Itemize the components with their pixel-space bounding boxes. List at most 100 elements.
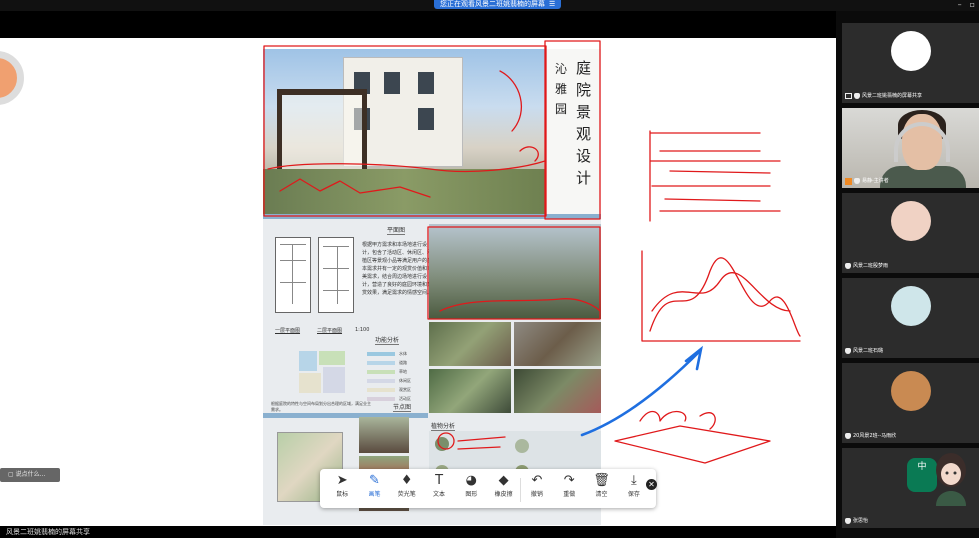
tool-text[interactable]: T 文本 <box>423 472 455 508</box>
eraser-icon: ◆ <box>498 473 509 488</box>
participant-name: 张思怡 <box>853 518 869 524</box>
mic-icon <box>854 93 860 99</box>
tool-label: 清空 <box>595 491 608 498</box>
shared-screen: ▢ 说点什么... 沁雅园 庭院景观设计 平面图 一层平面图 二层平面图 1:1… <box>0 11 836 526</box>
section-title-plant: 植物分析 <box>431 423 456 431</box>
mic-icon <box>845 348 851 354</box>
section-title-plan: 平面图 <box>387 227 406 235</box>
participant-name-row: 易静-主讲者 <box>845 177 889 185</box>
toolbar-close-icon[interactable]: ✕ <box>646 479 657 490</box>
legend-row: 水体 <box>367 351 423 358</box>
undo-icon: ↶ <box>531 473 543 488</box>
poster-subtitle: 沁雅园 <box>555 62 568 116</box>
plant-thumb <box>515 439 529 453</box>
top-bar: 您正在观看风景二班姚翡楠的屏幕 ☰ – ▫ <box>0 0 979 11</box>
avatar <box>890 201 931 241</box>
legend-swatch <box>367 397 395 401</box>
text-icon: T <box>435 473 444 488</box>
participant-tile[interactable]: 风景二班姚翡楠的屏幕共享 <box>842 23 979 103</box>
tool-label: 图形 <box>465 491 478 498</box>
screen-share-banner[interactable]: 您正在观看风景二班姚翡楠的屏幕 ☰ <box>434 0 562 9</box>
restore-icon[interactable]: ▫ <box>970 0 975 9</box>
avatar <box>890 31 931 71</box>
participant-name-row: 20风景2班--马雨欣 <box>845 432 896 440</box>
legend-row: 休闲区 <box>367 378 423 385</box>
mic-icon <box>845 263 851 269</box>
redo-icon: ↷ <box>563 473 575 488</box>
legend-row: 观赏区 <box>367 387 423 394</box>
legend-label: 观赏区 <box>399 387 411 392</box>
comment-input-placeholder: 说点什么... <box>15 471 46 478</box>
design-poster: 沁雅园 庭院景观设计 平面图 一层平面图 二层平面图 1:100 根据甲方需求和… <box>263 49 601 525</box>
tool-label: 鼠标 <box>336 491 349 498</box>
legend-label: 草地 <box>399 369 407 374</box>
highlighter-icon: ♦ <box>400 473 413 488</box>
legend-label: 水体 <box>399 351 407 356</box>
comment-icon: ▢ <box>8 471 16 478</box>
tool-clear[interactable]: 🗑 清空 <box>585 472 617 508</box>
section-title-function: 功能分析 <box>375 337 400 345</box>
screen-share-banner-text: 您正在观看风景二班姚翡楠的屏幕 <box>440 0 545 8</box>
section-divider <box>263 214 601 219</box>
mic-icon <box>845 433 851 439</box>
status-bar: 风景二班姚翡楠的屏幕共享 <box>0 526 836 538</box>
participant-name-row: 风景二班姚翡楠的屏幕共享 <box>845 92 922 100</box>
legend-row: 道路 <box>367 360 423 367</box>
tool-label: 橡皮擦 <box>494 491 513 498</box>
participant-name: 风景二班殷梦雨 <box>853 263 889 269</box>
tool-undo[interactable]: ↶ 撤销 <box>521 472 553 508</box>
pen-icon: ✎ <box>368 473 380 488</box>
legend-swatch <box>367 379 395 383</box>
tool-label: 画笔 <box>368 491 381 498</box>
tool-eraser[interactable]: ◆ 橡皮擦 <box>487 472 519 508</box>
plan-scale: 1:100 <box>355 327 370 333</box>
legend-label: 道路 <box>399 360 407 365</box>
tool-highlighter[interactable]: ♦ 荧光笔 <box>391 472 423 508</box>
comment-input[interactable]: ▢ 说点什么... <box>0 468 60 482</box>
floor-plan-1 <box>275 237 311 313</box>
hero-render-image <box>263 49 546 214</box>
poster-title: 庭院景观设计 <box>576 59 592 187</box>
render-photo-3 <box>429 369 511 413</box>
zone-diagram <box>299 351 345 393</box>
zone-note: 根据庭院的特性与空间布局划分出合理的区域，满足业主需求。 <box>271 401 371 412</box>
tool-label: 撤销 <box>530 491 543 498</box>
tool-redo[interactable]: ↷ 重做 <box>553 472 585 508</box>
legend-swatch <box>367 370 395 374</box>
tool-pen[interactable]: ✎ 画笔 <box>358 472 390 508</box>
shared-screen-top-band <box>0 11 836 38</box>
participant-name-row: 风景二班石璐 <box>845 347 883 355</box>
mascot-icon[interactable] <box>926 446 976 506</box>
tool-label: 文本 <box>433 491 446 498</box>
participant-name-row: 张思怡 <box>845 517 868 525</box>
tool-save[interactable]: ⤓ 保存 <box>618 472 650 508</box>
annotation-toolbar: ➤ 鼠标 ✎ 画笔 ♦ 荧光笔 T 文本 ◕ 图形 ◆ 橡皮擦 ↶ 撤销 ↷ 重做 🗑 清空 ⤓ 保… <box>320 469 656 508</box>
participant-name: 20风景2班--马雨欣 <box>853 433 897 439</box>
garden-lawn <box>263 169 546 214</box>
save-icon: ⤓ <box>630 473 637 488</box>
avatar <box>890 371 931 411</box>
design-description: 根据甲方需求和本场地进行设计，包含了活动区、休闲区、种植区等景观小品等满足用户的… <box>362 242 433 296</box>
tool-label: 荧光笔 <box>397 491 416 498</box>
participant-name: 风景二班姚翡楠的屏幕共享 <box>862 93 923 99</box>
participant-name: 易静-主讲者 <box>862 178 889 184</box>
render-photo-1 <box>429 322 511 366</box>
mic-icon <box>845 518 851 524</box>
plant-thumb <box>435 437 449 451</box>
avatar <box>890 286 931 326</box>
legend-label: 休闲区 <box>399 378 411 383</box>
tool-shape[interactable]: ◕ 图形 <box>455 472 487 508</box>
menu-icon[interactable]: ☰ <box>549 0 555 8</box>
legend-row: 草地 <box>367 369 423 376</box>
participant-tile-speaker[interactable]: 易静-主讲者 <box>842 108 979 188</box>
participant-tile[interactable]: 风景二班石璐 <box>842 278 979 358</box>
participant-tile[interactable]: 风景二班殷梦雨 <box>842 193 979 273</box>
minimize-icon[interactable]: – <box>958 0 962 9</box>
participant-name-row: 风景二班殷梦雨 <box>845 262 888 270</box>
tool-label: 重做 <box>563 491 576 498</box>
tool-mouse[interactable]: ➤ 鼠标 <box>326 472 358 508</box>
legend-swatch <box>367 352 395 356</box>
participant-tile[interactable]: 20风景2班--马雨欣 <box>842 363 979 443</box>
window-controls: – ▫ <box>950 0 975 10</box>
render-photo-4 <box>514 369 601 413</box>
